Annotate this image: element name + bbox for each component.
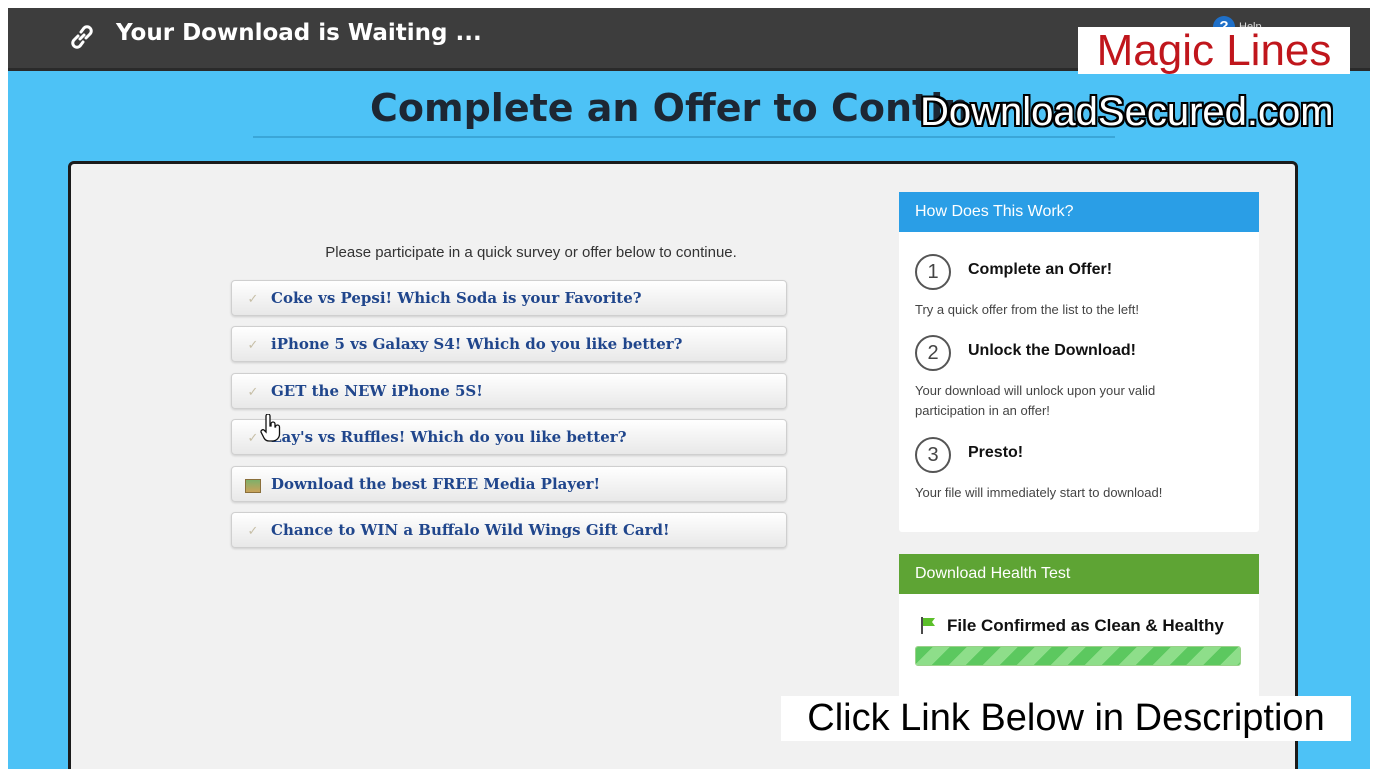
offer-label: Coke vs Pepsi! Which Soda is your Favori… bbox=[271, 289, 642, 307]
offer-label: Download the best FREE Media Player! bbox=[271, 475, 601, 493]
step-title: Unlock the Download! bbox=[968, 342, 1136, 359]
checkmark-icon: ✓ bbox=[247, 430, 259, 445]
heading-divider bbox=[253, 136, 1115, 138]
health-progress-bar bbox=[915, 646, 1241, 666]
offer-item[interactable]: Download the best FREE Media Player! bbox=[231, 466, 787, 502]
description-caption: Click Link Below in Description bbox=[781, 696, 1351, 741]
step-description: Try a quick offer from the list to the l… bbox=[915, 302, 1139, 317]
content-panel: Please participate in a quick survey or … bbox=[68, 161, 1298, 769]
hand-cursor-icon bbox=[260, 414, 281, 442]
offer-label: GET the NEW iPhone 5S! bbox=[271, 382, 483, 400]
checkmark-icon: ✓ bbox=[247, 337, 259, 352]
offer-item[interactable]: ✓ iPhone 5 vs Galaxy S4! Which do you li… bbox=[231, 326, 787, 362]
how-it-works-header: How Does This Work? bbox=[899, 192, 1259, 232]
step-title: Presto! bbox=[968, 444, 1024, 461]
offer-instruction: Please participate in a quick survey or … bbox=[325, 244, 737, 261]
step-number: 2 bbox=[915, 335, 951, 371]
page-heading: Complete an Offer to Contin bbox=[370, 86, 971, 130]
browser-page: Your Download is Waiting ... ?Help Compl… bbox=[8, 8, 1370, 769]
domain-watermark: DownloadSecured.com bbox=[920, 90, 1334, 134]
offer-label: iPhone 5 vs Galaxy S4! Which do you like… bbox=[271, 335, 683, 353]
checkmark-icon: ✓ bbox=[247, 384, 259, 399]
step-number: 1 bbox=[915, 254, 951, 290]
link-icon bbox=[71, 25, 93, 49]
health-test-header: Download Health Test bbox=[899, 554, 1259, 594]
offer-item[interactable]: ✓ Lay's vs Ruffles! Which do you like be… bbox=[231, 419, 787, 455]
health-status: File Confirmed as Clean & Healthy bbox=[947, 616, 1224, 635]
checkmark-icon: ✓ bbox=[247, 291, 259, 306]
download-waiting-title: Your Download is Waiting ... bbox=[116, 20, 482, 46]
media-icon bbox=[245, 479, 261, 493]
offer-item[interactable]: ✓ Coke vs Pepsi! Which Soda is your Favo… bbox=[231, 280, 787, 316]
step-description: Your download will unlock upon your vali… bbox=[915, 383, 1156, 418]
how-it-works-box: How Does This Work? 1 Complete an Offer!… bbox=[899, 192, 1259, 532]
step-title: Complete an Offer! bbox=[968, 261, 1113, 278]
checkmark-icon: ✓ bbox=[247, 523, 259, 538]
flag-icon bbox=[921, 617, 935, 634]
step-description: Your file will immediately start to down… bbox=[915, 485, 1163, 500]
offer-item[interactable]: ✓ Chance to WIN a Buffalo Wild Wings Gif… bbox=[231, 512, 787, 548]
health-test-box: Download Health Test File Confirmed as C… bbox=[899, 554, 1259, 704]
offer-item[interactable]: ✓ GET the NEW iPhone 5S! bbox=[231, 373, 787, 409]
step-number: 3 bbox=[915, 437, 951, 473]
offer-label: Chance to WIN a Buffalo Wild Wings Gift … bbox=[271, 521, 670, 539]
magic-lines-watermark: Magic Lines bbox=[1078, 27, 1350, 74]
offer-label: Lay's vs Ruffles! Which do you like bett… bbox=[271, 428, 627, 446]
health-progress-fill bbox=[916, 647, 1240, 665]
